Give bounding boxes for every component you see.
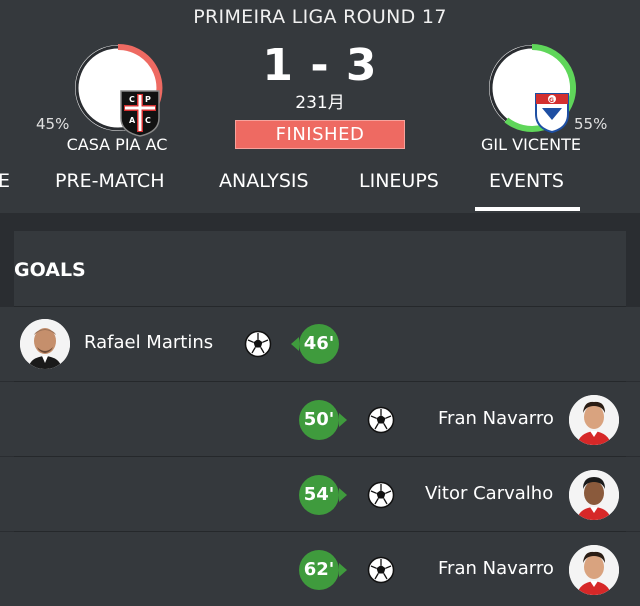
player-avatar [20, 319, 70, 369]
svg-text:C: C [129, 95, 135, 104]
goal-minute-badge: 54' [299, 475, 339, 515]
svg-text:C: C [145, 116, 151, 125]
minute-pointer [339, 563, 347, 577]
home-team-name[interactable]: CASA PIA AC [37, 135, 197, 154]
tab-partial-e[interactable]: E [0, 170, 10, 192]
minute-pointer [339, 488, 347, 502]
svg-text:P: P [145, 95, 151, 104]
goal-event-row[interactable]: 50' Fran Navarro [0, 382, 640, 456]
scorer-name[interactable]: Fran Navarro [438, 558, 554, 579]
scorer-name[interactable]: Fran Navarro [438, 408, 554, 429]
round-title: PRIMEIRA LIGA ROUND 17 [193, 6, 447, 28]
away-possession-label: 55% [574, 115, 608, 133]
match-header: PRIMEIRA LIGA ROUND 17 C P A C 45% CASA … [0, 0, 640, 213]
away-team-name[interactable]: GIL VICENTE [451, 135, 611, 154]
match-tabs: E PRE-MATCH ANALYSIS LINEUPS EVENTS [0, 166, 640, 213]
goal-minute-badge: 50' [299, 400, 339, 440]
tab-lineups[interactable]: LINEUPS [359, 170, 439, 192]
svg-text:G: G [549, 97, 554, 104]
away-team-logo[interactable]: G [486, 42, 578, 134]
tab-pre-match[interactable]: PRE-MATCH [55, 170, 164, 192]
player-avatar [569, 545, 619, 595]
football-icon [367, 481, 395, 509]
football-icon [367, 556, 395, 584]
minute-pointer [291, 337, 299, 351]
match-date: 231月 [295, 93, 345, 113]
match-score: 1 - 3 [262, 40, 378, 91]
goals-section-title: GOALS [14, 259, 86, 281]
scorer-name[interactable]: Vitor Carvalho [425, 483, 553, 504]
football-icon [244, 330, 272, 358]
player-avatar [569, 395, 619, 445]
scorer-name[interactable]: Rafael Martins [84, 332, 213, 353]
svg-text:A: A [129, 116, 136, 125]
active-tab-indicator [475, 207, 580, 211]
match-status-badge: FINISHED [235, 120, 405, 149]
football-icon [367, 406, 395, 434]
tab-events[interactable]: EVENTS [489, 170, 564, 192]
goal-minute-badge: 46' [299, 324, 339, 364]
goal-minute-badge: 62' [299, 550, 339, 590]
minute-pointer [339, 413, 347, 427]
player-avatar [569, 470, 619, 520]
home-team-logo[interactable]: C P A C [72, 42, 164, 137]
goal-event-row[interactable]: 62' Fran Navarro [0, 532, 640, 606]
goal-event-row[interactable]: Rafael Martins 46' [0, 307, 640, 381]
home-possession-label: 45% [36, 115, 70, 133]
tab-analysis[interactable]: ANALYSIS [219, 170, 309, 192]
goal-event-row[interactable]: 54' Vitor Carvalho [0, 457, 640, 531]
